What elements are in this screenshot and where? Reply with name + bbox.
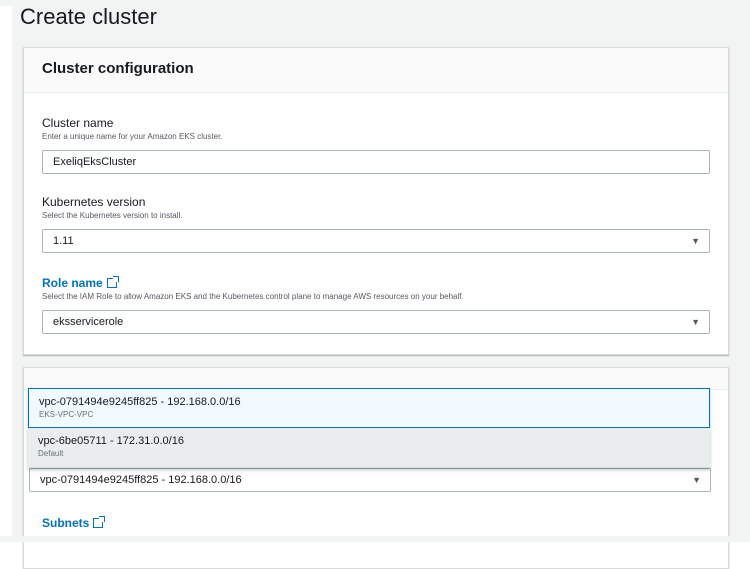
left-strip [0, 0, 12, 542]
cluster-name-field: Cluster name Enter a unique name for you… [42, 116, 710, 174]
cluster-name-label: Cluster name [42, 116, 114, 130]
kubernetes-version-value: 1.11 [53, 235, 74, 247]
vpc-dropdown-list: vpc-0791494e9245ff825 - 192.168.0.0/16 E… [28, 388, 710, 468]
role-name-label[interactable]: Role name [42, 276, 710, 290]
cluster-name-input[interactable]: ExeliqEksCluster [42, 150, 710, 174]
kubernetes-version-description: Select the Kubernetes version to install… [42, 211, 183, 220]
cluster-configuration-header: Cluster configuration [24, 48, 728, 93]
cluster-name-description: Enter a unique name for your Amazon EKS … [42, 132, 223, 141]
subnets-label-text: Subnets [42, 516, 90, 530]
vpc-option[interactable]: vpc-0791494e9245ff825 - 192.168.0.0/16 E… [28, 388, 710, 428]
vpc-field: vpc-0791494e9245ff825 - 192.168.0.0/16 ▼ [29, 468, 711, 492]
networking-header [24, 368, 728, 390]
vpc-option[interactable]: vpc-6be05711 - 172.31.0.0/16 Default [28, 428, 710, 468]
caret-down-icon: ▼ [692, 475, 701, 485]
caret-down-icon: ▼ [691, 236, 700, 246]
vpc-selected-value: vpc-0791494e9245ff825 - 192.168.0.0/16 [40, 474, 242, 486]
external-link-icon [93, 516, 106, 528]
vpc-option-label: vpc-0791494e9245ff825 - 192.168.0.0/16 [39, 396, 241, 408]
subnets-label[interactable]: Subnets [42, 516, 710, 530]
cluster-name-value: ExeliqEksCluster [53, 156, 137, 168]
kubernetes-version-label: Kubernetes version [42, 195, 146, 209]
role-name-value: eksservicerole [53, 316, 124, 328]
external-link-icon [106, 276, 119, 288]
page-title: Create cluster [20, 4, 157, 29]
role-name-label-text: Role name [42, 276, 103, 290]
caret-down-icon: ▼ [691, 317, 700, 327]
vpc-option-sublabel: Default [38, 449, 64, 458]
vpc-select[interactable]: vpc-0791494e9245ff825 - 192.168.0.0/16 ▼ [29, 468, 711, 492]
kubernetes-version-field: Kubernetes version Select the Kubernetes… [42, 195, 710, 253]
vpc-option-label: vpc-6be05711 - 172.31.0.0/16 [38, 435, 184, 447]
role-name-select[interactable]: eksservicerole ▼ [42, 310, 710, 334]
kubernetes-version-select[interactable]: 1.11 ▼ [42, 229, 710, 253]
subnets-field: Subnets [42, 516, 710, 530]
role-name-description: Select the IAM Role to allow Amazon EKS … [42, 292, 464, 301]
cluster-configuration-panel: Cluster configuration Cluster name Enter… [23, 47, 729, 355]
role-name-field: Role name Select the IAM Role to allow A… [42, 276, 710, 334]
vpc-option-sublabel: EKS-VPC-VPC [39, 410, 94, 419]
footer-edge [0, 536, 750, 542]
